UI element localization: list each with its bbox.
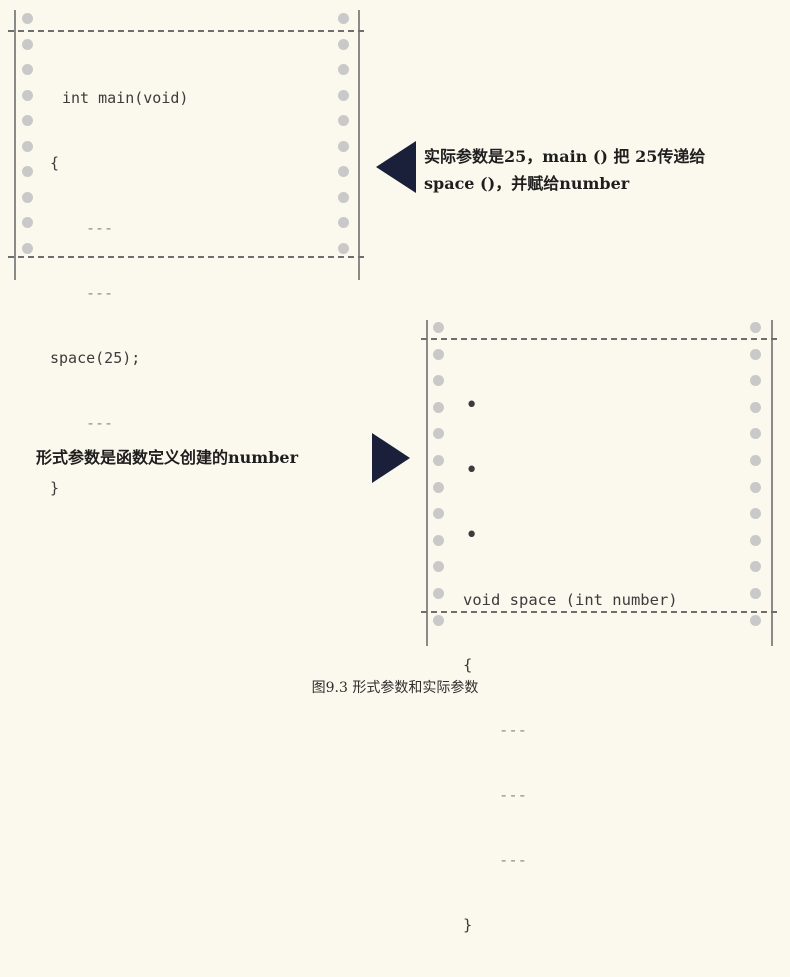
sprocket-hole bbox=[22, 140, 33, 152]
sprocket-hole bbox=[338, 13, 349, 24]
ellipsis-dot: • bbox=[465, 458, 479, 483]
code-line: --- bbox=[86, 414, 114, 432]
code-line: --- bbox=[86, 284, 114, 302]
figure-caption: 图9.3 形式参数和实际参数 bbox=[311, 680, 479, 696]
sprocket-hole bbox=[750, 348, 761, 360]
note-line: space ()，并赋给number bbox=[424, 174, 630, 193]
sprocket-hole bbox=[22, 217, 33, 228]
code-line: --- bbox=[499, 851, 527, 869]
top-tear-line bbox=[421, 338, 777, 340]
right-sprocket-holes bbox=[338, 10, 350, 280]
left-sprocket-holes bbox=[22, 10, 34, 280]
sprocket-hole bbox=[750, 322, 761, 333]
sprocket-hole bbox=[433, 561, 444, 573]
sprocket-hole bbox=[22, 89, 33, 101]
sprocket-hole bbox=[338, 89, 349, 101]
sprocket-hole bbox=[22, 242, 33, 254]
sprocket-hole bbox=[750, 481, 761, 493]
actual-argument-note: 实际参数是25，main () 把 25传递给 space ()，并赋给numb… bbox=[424, 143, 705, 197]
sprocket-hole bbox=[750, 534, 761, 546]
right-sprocket-holes bbox=[750, 320, 762, 646]
formal-parameter-note: 形式参数是函数定义创建的number bbox=[36, 444, 298, 471]
sprocket-hole bbox=[750, 401, 761, 413]
sprocket-hole bbox=[22, 13, 33, 24]
code-line: int main(void) bbox=[62, 89, 189, 107]
sprocket-hole bbox=[433, 588, 444, 599]
sprocket-hole bbox=[750, 455, 761, 466]
sprocket-hole bbox=[433, 322, 444, 333]
right-border bbox=[358, 10, 360, 280]
sprocket-hole bbox=[750, 588, 761, 599]
sprocket-hole bbox=[750, 614, 761, 626]
sprocket-hole bbox=[433, 375, 444, 387]
sprocket-hole bbox=[338, 115, 349, 126]
code-line: space(25); bbox=[50, 349, 141, 367]
left-border bbox=[426, 320, 428, 646]
left-border bbox=[14, 10, 16, 280]
sprocket-hole bbox=[22, 166, 33, 177]
left-pointing-triangle-icon bbox=[376, 141, 416, 193]
code-line: } bbox=[50, 479, 60, 497]
callee-code-listing: • • • void space (int number) { --- --- … bbox=[463, 354, 678, 977]
callee-code-sheet: • • • void space (int number) { --- --- … bbox=[421, 320, 777, 934]
note-line: 形式参数是函数定义创建的number bbox=[36, 448, 298, 467]
sprocket-hole bbox=[338, 191, 349, 203]
code-line: { bbox=[50, 154, 60, 172]
sprocket-hole bbox=[433, 401, 444, 413]
sprocket-hole bbox=[338, 64, 349, 75]
sprocket-hole bbox=[338, 217, 349, 228]
sprocket-hole bbox=[22, 191, 33, 203]
sprocket-hole bbox=[22, 38, 33, 50]
right-pointing-triangle-icon bbox=[372, 433, 410, 483]
sprocket-hole bbox=[22, 115, 33, 126]
code-line: --- bbox=[499, 721, 527, 739]
code-line: { bbox=[463, 656, 473, 674]
code-line: void space (int number) bbox=[463, 591, 678, 609]
caller-code-sheet: int main(void) { --- --- space(25); --- … bbox=[8, 10, 364, 497]
sprocket-hole bbox=[433, 508, 444, 520]
ellipsis-dot: • bbox=[465, 523, 479, 548]
sprocket-hole bbox=[433, 614, 444, 626]
sprocket-hole bbox=[433, 455, 444, 466]
sprocket-hole bbox=[433, 348, 444, 360]
code-line: --- bbox=[86, 219, 114, 237]
sprocket-hole bbox=[433, 481, 444, 493]
top-tear-line bbox=[8, 30, 364, 32]
ellipsis-dot: • bbox=[465, 393, 479, 418]
sprocket-hole bbox=[338, 242, 349, 254]
sprocket-hole bbox=[750, 508, 761, 520]
right-border bbox=[771, 320, 773, 646]
sprocket-hole bbox=[750, 561, 761, 573]
sprocket-hole bbox=[338, 140, 349, 152]
left-sprocket-holes bbox=[433, 320, 445, 646]
note-line: 实际参数是25，main () 把 25传递给 bbox=[424, 147, 706, 166]
sprocket-hole bbox=[338, 38, 349, 50]
sprocket-hole bbox=[433, 534, 444, 546]
sprocket-hole bbox=[750, 375, 761, 387]
sprocket-hole bbox=[22, 64, 33, 75]
sprocket-hole bbox=[750, 428, 761, 440]
code-line: --- bbox=[499, 786, 527, 804]
sprocket-hole bbox=[433, 428, 444, 440]
sprocket-hole bbox=[338, 166, 349, 177]
code-line: } bbox=[463, 916, 473, 934]
